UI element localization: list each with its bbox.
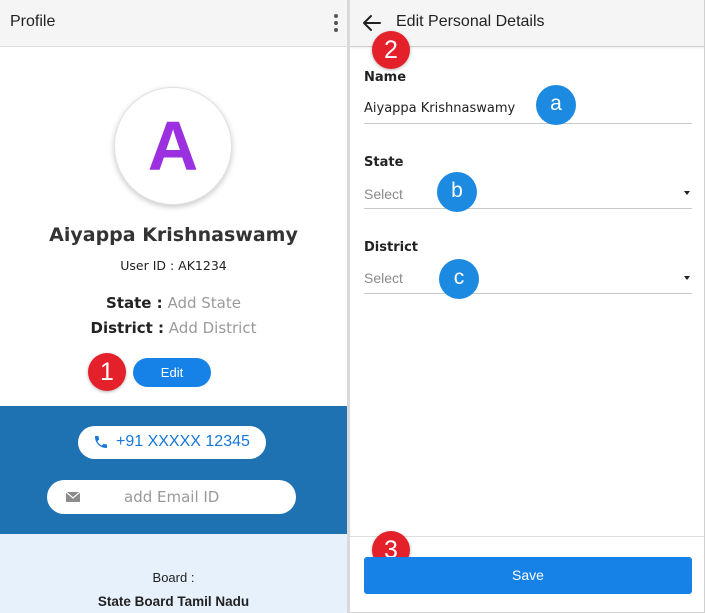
field-a-marker: a — [536, 85, 576, 125]
district-select[interactable]: Select — [364, 270, 403, 286]
phone-icon — [95, 436, 107, 448]
user-id: User ID : AK1234 — [120, 258, 227, 273]
step-1-marker: 1 — [88, 353, 126, 391]
state-value: Add State — [167, 294, 241, 312]
avatar-letter: A — [147, 107, 199, 185]
district-field-label: District — [364, 240, 418, 255]
save-button[interactable]: Save — [364, 557, 692, 594]
dropdown-caret-icon[interactable] — [684, 276, 690, 280]
phone-pill[interactable]: +91 XXXXX 12345 — [78, 426, 266, 459]
mail-icon — [66, 492, 80, 502]
edit-button[interactable]: Edit — [133, 358, 211, 387]
avatar: A — [114, 87, 232, 205]
board-value: State Board Tamil Nadu — [97, 594, 250, 609]
district-row: District : Add District — [0, 319, 347, 337]
name-field-underline — [364, 123, 692, 124]
more-vertical-icon[interactable] — [329, 13, 343, 33]
district-field-underline — [364, 293, 692, 294]
dropdown-caret-icon[interactable] — [684, 191, 690, 195]
profile-name: Aiyappa Krishnaswamy — [49, 224, 298, 246]
phone-number: +91 XXXXX 12345 — [116, 433, 250, 450]
edit-details-screen: Edit Personal Details 2 Name Aiyappa Kri… — [350, 0, 705, 613]
back-arrow-icon[interactable] — [362, 14, 382, 32]
step-2-marker: 2 — [372, 31, 410, 69]
board-label: Board : — [152, 570, 195, 585]
state-field-underline — [364, 208, 692, 209]
name-field[interactable]: Aiyappa Krishnaswamy — [364, 101, 515, 116]
field-c-marker: c — [439, 259, 479, 299]
board-section: Board : State Board Tamil Nadu — [0, 534, 347, 613]
state-field-label: State — [364, 155, 404, 170]
district-value: Add District — [168, 319, 257, 337]
profile-screen: Profile A Aiyappa Krishnaswamy User ID :… — [0, 0, 347, 613]
state-label: State : — [106, 294, 163, 312]
email-pill[interactable]: add Email ID — [47, 480, 296, 514]
state-row: State : Add State — [0, 294, 347, 312]
email-placeholder: add Email ID — [124, 488, 220, 506]
profile-title: Profile — [10, 13, 56, 30]
profile-header: Profile — [0, 0, 347, 47]
district-label: District : — [90, 319, 165, 337]
name-label: Name — [364, 70, 407, 85]
contact-section: +91 XXXXX 12345 add Email ID — [0, 406, 347, 534]
field-b-marker: b — [437, 172, 477, 212]
edit-title: Edit Personal Details — [396, 13, 545, 30]
state-select[interactable]: Select — [364, 186, 403, 202]
